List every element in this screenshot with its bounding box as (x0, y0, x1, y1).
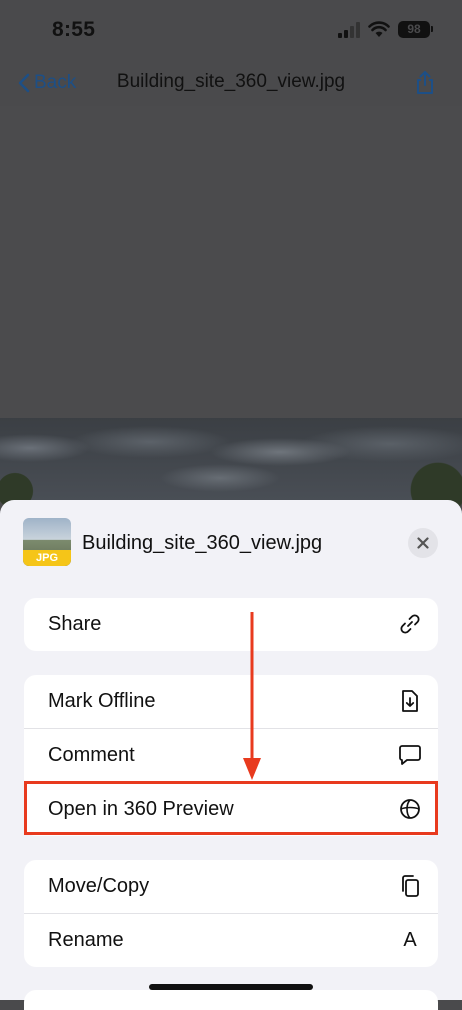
menu-item-label: Move/Copy (48, 875, 150, 897)
menu-item-label: Rename (48, 929, 124, 951)
navigation-bar: Back Building_site_360_view.jpg (0, 60, 462, 106)
status-bar: 8:55 98 (0, 0, 462, 60)
menu-item-label: Share (48, 613, 102, 635)
home-indicator[interactable] (149, 984, 313, 990)
menu-item-label: Comment (48, 744, 135, 766)
menu-item-move-copy[interactable]: Move/Copy (24, 860, 438, 914)
battery-indicator: 98 (398, 21, 430, 38)
action-group-share: Share (24, 598, 438, 651)
sheet-file-name: Building_site_360_view.jpg (82, 532, 323, 554)
battery-cap (431, 26, 433, 32)
text-a-icon: A (403, 928, 417, 951)
page-title: Building_site_360_view.jpg (116, 71, 346, 92)
copy-icon (398, 874, 422, 898)
menu-item-comment[interactable]: Comment (24, 729, 438, 783)
image-preview[interactable] (0, 106, 462, 506)
menu-item-share[interactable]: Share (24, 598, 438, 651)
menu-item-label: Mark Offline (48, 690, 156, 712)
speech-bubble-icon (398, 743, 422, 767)
status-time: 8:55 (52, 18, 96, 41)
download-document-icon (398, 689, 422, 713)
menu-item-rename[interactable]: Rename A (24, 914, 438, 967)
file-thumbnail: JPG (23, 518, 71, 566)
highlight-annotation-box (24, 781, 438, 835)
panorama-sky-image (0, 418, 462, 500)
wifi-icon (368, 21, 390, 37)
share-icon[interactable] (414, 70, 436, 96)
menu-item-mark-offline[interactable]: Mark Offline (24, 675, 438, 729)
action-group-next-peek (24, 990, 438, 1010)
link-icon (398, 612, 422, 636)
action-group-organize: Move/Copy Rename A (24, 860, 438, 967)
cellular-signal-icon (338, 22, 360, 38)
file-type-badge: JPG (23, 550, 71, 566)
arrow-down-annotation-icon (243, 612, 261, 780)
close-icon (417, 537, 429, 549)
close-button[interactable] (408, 528, 438, 558)
